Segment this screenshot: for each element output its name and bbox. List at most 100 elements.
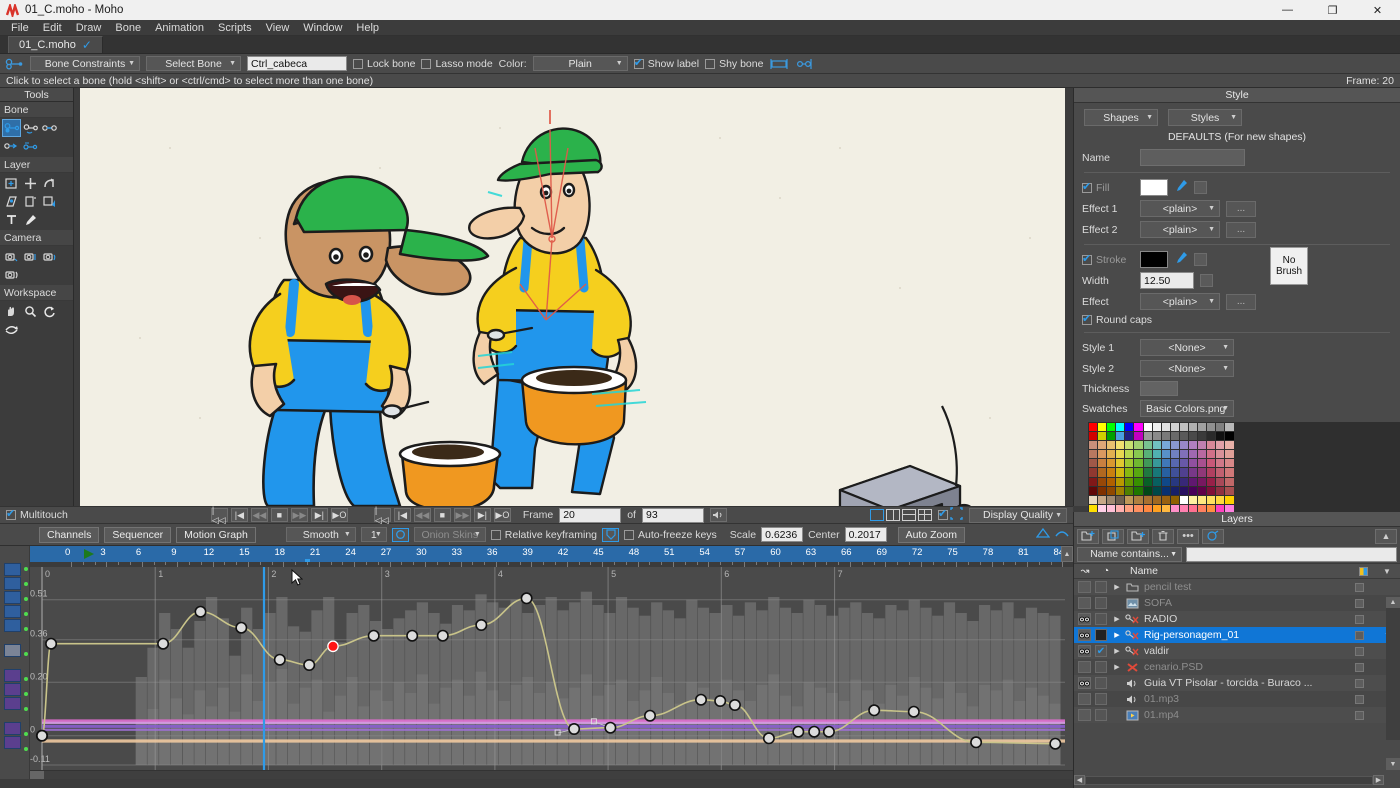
display-quality-dropdown[interactable]: Display Quality ▼: [969, 507, 1067, 523]
swatch[interactable]: [1089, 486, 1098, 495]
transport-button-0[interactable]: |◁◁: [373, 505, 391, 525]
split-3-icon[interactable]: [902, 509, 916, 521]
timeline-start-marker[interactable]: [84, 549, 94, 559]
swatch[interactable]: [1179, 432, 1189, 441]
shield-icon[interactable]: [602, 527, 619, 542]
channel-swatch[interactable]: [4, 722, 21, 735]
stroke-checkbox[interactable]: Stroke: [1082, 252, 1134, 266]
swatch[interactable]: [1216, 441, 1225, 450]
new-layer-icon[interactable]: [1077, 528, 1099, 544]
swatch[interactable]: [1116, 432, 1125, 441]
layer-color-chip[interactable]: [1355, 678, 1364, 688]
swatch[interactable]: [1225, 441, 1234, 450]
swatch[interactable]: [1225, 432, 1234, 441]
stroke-color-swatch[interactable]: [1140, 251, 1168, 268]
effect1-options-button[interactable]: ...: [1226, 200, 1256, 217]
style-name-input[interactable]: [1140, 149, 1245, 166]
swatch[interactable]: [1089, 459, 1098, 468]
document-tab[interactable]: 01_C.moho ✓: [8, 36, 103, 53]
speaker-icon[interactable]: [709, 508, 727, 522]
swatch[interactable]: [1098, 468, 1107, 477]
channel-enabled-dot[interactable]: [24, 627, 28, 631]
channel-swatch[interactable]: [4, 669, 21, 682]
swatch[interactable]: [1089, 423, 1098, 432]
thickness-input[interactable]: [1140, 381, 1178, 396]
layer-add-icon[interactable]: [3, 175, 20, 191]
swatch[interactable]: [1189, 423, 1198, 432]
swatch[interactable]: [1170, 459, 1179, 468]
swatch[interactable]: [1198, 459, 1207, 468]
swatch[interactable]: [1152, 495, 1161, 504]
auto-zoom-button[interactable]: Auto Zoom: [897, 526, 965, 543]
swatch[interactable]: [1089, 441, 1098, 450]
interp-steps-dropdown[interactable]: 1 ▼: [360, 527, 387, 542]
scroll-up-button[interactable]: ▲: [1386, 597, 1400, 608]
swatch[interactable]: [1134, 468, 1143, 477]
swatch[interactable]: [1089, 432, 1098, 441]
layer-color-chip[interactable]: [1355, 694, 1364, 704]
effect1-dropdown[interactable]: <plain> ▼: [1140, 200, 1220, 217]
swatch[interactable]: [1143, 477, 1152, 486]
swatch[interactable]: [1189, 468, 1198, 477]
effect2-dropdown[interactable]: <plain> ▼: [1140, 221, 1220, 238]
layer-expand-arrow[interactable]: ▶: [1110, 615, 1124, 623]
tab-channels[interactable]: Channels: [39, 526, 100, 543]
layers-filter-input[interactable]: [1186, 546, 1397, 562]
layer-select-checkbox[interactable]: [1095, 693, 1107, 705]
tab-motion-graph[interactable]: Motion Graph: [176, 526, 256, 543]
graph-horizontal-scrollbar[interactable]: [30, 770, 1073, 779]
channel-enabled-dot[interactable]: [24, 747, 28, 751]
color-palette[interactable]: [1088, 422, 1400, 524]
fill-eyedropper-icon[interactable]: [1174, 179, 1188, 196]
swatch[interactable]: [1134, 477, 1143, 486]
stroke-width-input[interactable]: 12.50: [1140, 272, 1194, 289]
stroke-extra-button[interactable]: [1194, 253, 1207, 266]
transport-button-6[interactable]: ▶O: [493, 508, 511, 522]
layer-select-checkbox[interactable]: [1095, 581, 1107, 593]
swatch[interactable]: [1098, 459, 1107, 468]
swatch[interactable]: [1152, 468, 1161, 477]
bone-flexi-icon[interactable]: [769, 56, 789, 72]
layers-filter-dropdown[interactable]: Name contains... ▼: [1077, 546, 1182, 562]
swatch[interactable]: [1152, 459, 1161, 468]
swatch[interactable]: [1116, 450, 1125, 459]
camera-track-icon[interactable]: [3, 248, 20, 264]
magnifier-icon[interactable]: [22, 303, 39, 319]
duplicate-layer-icon[interactable]: [1102, 528, 1124, 544]
layer-row[interactable]: ▶ RADIO: [1074, 611, 1400, 627]
swatch[interactable]: [1179, 477, 1189, 486]
interpolation-dropdown[interactable]: Smooth ▼: [285, 527, 356, 542]
layer-row[interactable]: Guia VT Pisolar - torcida - Buraco ...: [1074, 675, 1400, 691]
chevron-up-icon[interactable]: ▲: [1375, 528, 1397, 544]
swatch[interactable]: [1116, 459, 1125, 468]
swatch[interactable]: [1125, 486, 1134, 495]
layer-row[interactable]: 01.mp3: [1074, 691, 1400, 707]
swatch[interactable]: [1179, 486, 1189, 495]
swatch[interactable]: [1198, 450, 1207, 459]
relative-keyframing-checkbox[interactable]: Relative keyframing: [490, 529, 597, 541]
delete-layer-icon[interactable]: [1152, 528, 1174, 544]
layer-paste-icon[interactable]: [41, 193, 58, 209]
swatch[interactable]: [1216, 468, 1225, 477]
swatch[interactable]: [1125, 495, 1134, 504]
swatch[interactable]: [1152, 432, 1161, 441]
shy-bone-checkbox[interactable]: Shy bone: [705, 58, 763, 70]
swatch[interactable]: [1116, 477, 1125, 486]
swatch[interactable]: [1198, 441, 1207, 450]
swatch[interactable]: [1143, 486, 1152, 495]
timeline-ruler[interactable]: 0 3 6 9 12 15 18 21 24 27 30 33 36 39 42 45 48 51 54 57 60 63…: [30, 546, 1073, 567]
transport-button-2[interactable]: ◀◀: [413, 508, 431, 522]
show-label-checkbox[interactable]: Show label: [633, 56, 699, 70]
round-caps-checkbox[interactable]: Round caps: [1082, 312, 1152, 326]
swatch[interactable]: [1125, 423, 1134, 432]
bone-translate-icon[interactable]: [41, 120, 58, 136]
layer-color-chip[interactable]: [1355, 662, 1364, 672]
lock-bone-checkbox[interactable]: Lock bone: [353, 58, 415, 70]
swatch[interactable]: [1161, 432, 1170, 441]
swatch[interactable]: [1098, 441, 1107, 450]
lasso-mode-checkbox[interactable]: Lasso mode: [421, 58, 493, 70]
swatch[interactable]: [1216, 477, 1225, 486]
swatch[interactable]: [1189, 486, 1198, 495]
swatch[interactable]: [1107, 432, 1116, 441]
transport-button-1[interactable]: |◀: [230, 508, 248, 522]
